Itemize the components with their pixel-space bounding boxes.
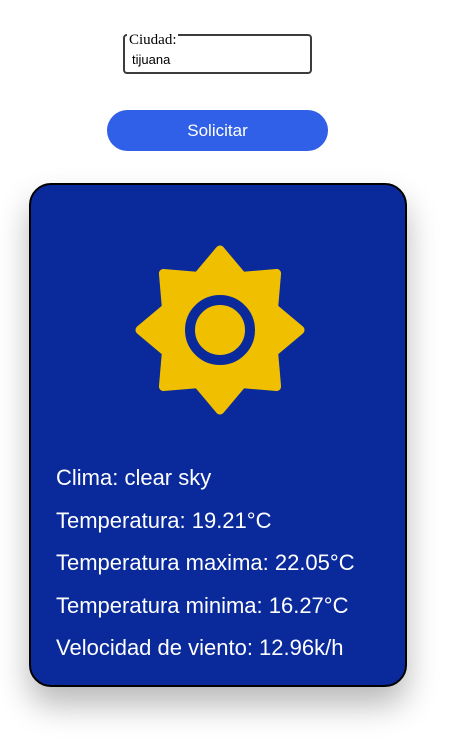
temperature-min: Temperatura minima: 16.27°C	[56, 593, 349, 618]
city-label: Ciudad:	[127, 32, 178, 48]
city-fieldset: Ciudad:	[123, 32, 312, 74]
temperature-max: Temperatura maxima: 22.05°C	[56, 550, 355, 575]
wind-speed: Velocidad de viento: 12.96k/h	[56, 635, 344, 660]
city-input[interactable]	[132, 51, 302, 67]
temperature: Temperatura: 19.21°C	[56, 508, 272, 533]
weather-condition: Clima: clear sky	[56, 465, 212, 490]
sun-icon	[135, 245, 305, 415]
weather-card: Clima: clear sky Temperatura: 19.21°C Te…	[29, 183, 407, 687]
solicitar-button[interactable]: Solicitar	[107, 110, 328, 151]
